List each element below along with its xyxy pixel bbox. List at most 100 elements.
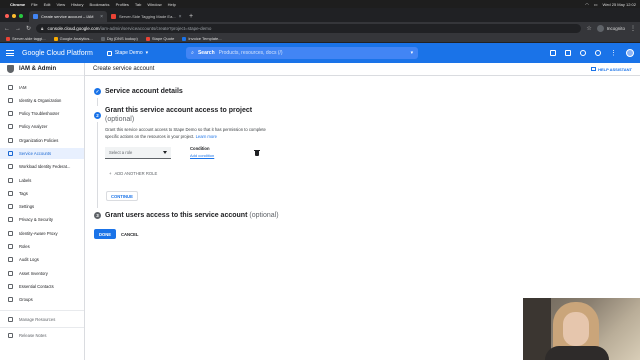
sidebar-item-label: Policy Troubleshooter	[19, 111, 60, 116]
new-tab-icon[interactable]: +	[185, 13, 197, 22]
page-title: Create service account	[93, 66, 155, 72]
sidebar-item-release-notes[interactable]: Release Notes	[0, 330, 84, 341]
bookmark-item[interactable]: Dig (DNS lookup)	[100, 36, 138, 41]
step2-title[interactable]: Grant this service account access to pro…	[105, 107, 252, 114]
step3-title[interactable]: Grant users access to this service accou…	[105, 212, 279, 219]
sidebar-item-essential-contacts[interactable]: Essential Contacts	[0, 281, 84, 292]
role-select[interactable]: Select a role	[105, 147, 171, 159]
search-input[interactable]: ⌕ Search Products, resources, docs (/) ▾	[186, 47, 419, 59]
sidebar-item-policy-troubleshooter[interactable]: Policy Troubleshooter	[0, 108, 84, 119]
battery-icon[interactable]: ▭	[594, 2, 598, 7]
minimize-window-icon[interactable]	[12, 14, 16, 18]
sidebar-item-identity-organization[interactable]: Identity & Organization	[0, 95, 84, 106]
sidebar-item-privacy-security[interactable]: Privacy & Security	[0, 214, 84, 225]
chevron-down-icon[interactable]: ▾	[411, 50, 414, 56]
menu-chrome[interactable]: Chrome	[10, 2, 25, 7]
more-options-icon[interactable]: ⋮	[610, 49, 617, 57]
maximize-window-icon[interactable]	[19, 14, 23, 18]
bookmark-item[interactable]: Stape Quote	[145, 36, 174, 41]
sidebar-item-label: Tags	[19, 191, 28, 196]
trash-icon[interactable]	[254, 149, 260, 156]
url-host: console.cloud.google.com	[47, 26, 100, 31]
sidebar-header: IAM & Admin	[0, 63, 84, 76]
add-another-role-button[interactable]: + ADD ANOTHER ROLE	[109, 171, 157, 176]
sidebar-item-groups[interactable]: Groups	[0, 294, 84, 305]
sidebar-item-audit-logs[interactable]: Audit Logs	[0, 254, 84, 265]
menu-history[interactable]: History	[71, 2, 83, 7]
project-picker[interactable]: Stape Demo ▾	[106, 50, 148, 56]
document-icon	[8, 138, 13, 143]
add-another-role-label: ADD ANOTHER ROLE	[114, 171, 158, 176]
hamburger-menu-icon[interactable]	[6, 50, 14, 56]
menu-help[interactable]: Help	[168, 2, 176, 7]
step2-number-icon: 2	[94, 112, 101, 119]
cloud-shell-icon[interactable]	[565, 50, 571, 56]
avatar[interactable]	[626, 49, 634, 57]
sidebar-item-organization-policies[interactable]: Organization Policies	[0, 135, 84, 146]
back-icon[interactable]: ←	[4, 26, 10, 32]
gcp-title[interactable]: Google Cloud Platform	[22, 50, 93, 57]
learn-more-link[interactable]: Learn more	[196, 134, 217, 139]
sidebar-item-label: Groups	[19, 297, 33, 302]
url-path: /iam-admin/serviceaccounts/create?projec…	[99, 26, 212, 31]
sidebar-item-roles[interactable]: Roles	[0, 241, 84, 252]
menu-bookmarks[interactable]: Bookmarks	[90, 2, 110, 7]
menubar-clock[interactable]: Wed 25 May 12:02	[602, 2, 636, 7]
inventory-icon	[8, 271, 13, 276]
menu-tab[interactable]: Tab	[135, 2, 141, 7]
project-icon	[106, 50, 112, 56]
sidebar-item-settings[interactable]: Settings	[0, 201, 84, 212]
step1-title[interactable]: Service account details	[105, 88, 183, 95]
tab-server-side-tagging[interactable]: Server-Side Tagging Made Ea... ×	[107, 11, 185, 22]
bookmark-item[interactable]: Google Analytics...	[53, 36, 93, 41]
notes-icon	[8, 333, 13, 338]
address-bar[interactable]: 🔒︎ console.cloud.google.com/iam-admin/se…	[36, 24, 582, 33]
incognito-badge[interactable]: Incognito	[596, 25, 625, 32]
sidebar-item-service-accounts[interactable]: Service Accounts	[0, 148, 84, 159]
sidebar-item-tags[interactable]: Tags	[0, 188, 84, 199]
sidebar-item-labels[interactable]: Labels	[0, 175, 84, 186]
menu-window[interactable]: Window	[147, 2, 161, 7]
contacts-icon	[8, 284, 13, 289]
forward-icon[interactable]: →	[15, 26, 21, 32]
notifications-icon[interactable]	[580, 50, 586, 56]
menu-profiles[interactable]: Profiles	[116, 2, 129, 7]
close-tab-icon[interactable]: ×	[179, 14, 182, 20]
help-assistant-label: HELP ASSISTANT	[598, 66, 632, 72]
tab-create-service-account[interactable]: Create service account – IAM ×	[29, 11, 107, 22]
star-icon[interactable]: ☆	[586, 25, 591, 32]
lock-icon: 🔒︎	[41, 26, 44, 31]
menu-file[interactable]: File	[31, 2, 37, 7]
sidebar-item-manage-resources[interactable]: Manage Resources	[0, 314, 84, 325]
webcam-person-shirt	[545, 346, 609, 360]
sidebar-item-policy-analyzer[interactable]: Policy Analyzer	[0, 121, 84, 132]
help-icon[interactable]	[595, 50, 601, 56]
bookmark-item[interactable]: Invoice Template...	[182, 36, 222, 41]
cancel-button[interactable]: CANCEL	[117, 229, 142, 239]
sidebar-item-identity-aware-proxy[interactable]: Identity-Aware Proxy	[0, 228, 84, 239]
continue-button[interactable]: CONTINUE	[106, 191, 138, 201]
close-window-icon[interactable]	[5, 14, 9, 18]
sidebar-item-asset-inventory[interactable]: Asset Inventory	[0, 268, 84, 279]
gift-icon[interactable]	[550, 50, 556, 56]
sidebar-item-label: Organization Policies	[19, 138, 59, 143]
reload-icon[interactable]: ↻	[26, 25, 31, 32]
wifi-icon[interactable]: ◠	[585, 2, 589, 7]
sidebar-item-workload-identity[interactable]: Workload Identity Federat...	[0, 161, 84, 172]
bookmark-label: Server-side taggi...	[12, 36, 46, 41]
done-button[interactable]: DONE	[94, 229, 117, 239]
sidebar-title: IAM & Admin	[19, 66, 57, 72]
menu-edit[interactable]: Edit	[44, 2, 51, 7]
add-condition-link[interactable]: Add condition	[190, 153, 214, 158]
menu-view[interactable]: View	[56, 2, 65, 7]
bookmark-favicon-icon	[145, 36, 150, 41]
bookmark-item[interactable]: Server-side taggi...	[6, 36, 46, 41]
step3-title-text: Grant users access to this service accou…	[105, 212, 248, 219]
browser-menu-icon[interactable]: ⋮	[630, 25, 636, 32]
sidebar-item-label: Audit Logs	[19, 257, 39, 262]
bookmark-favicon-icon	[6, 36, 10, 41]
help-assistant-button[interactable]: HELP ASSISTANT	[591, 67, 632, 72]
sidebar-item-iam[interactable]: IAM	[0, 82, 84, 93]
tab-title: Server-Side Tagging Made Ea...	[119, 14, 176, 19]
close-tab-icon[interactable]: ×	[100, 14, 103, 20]
